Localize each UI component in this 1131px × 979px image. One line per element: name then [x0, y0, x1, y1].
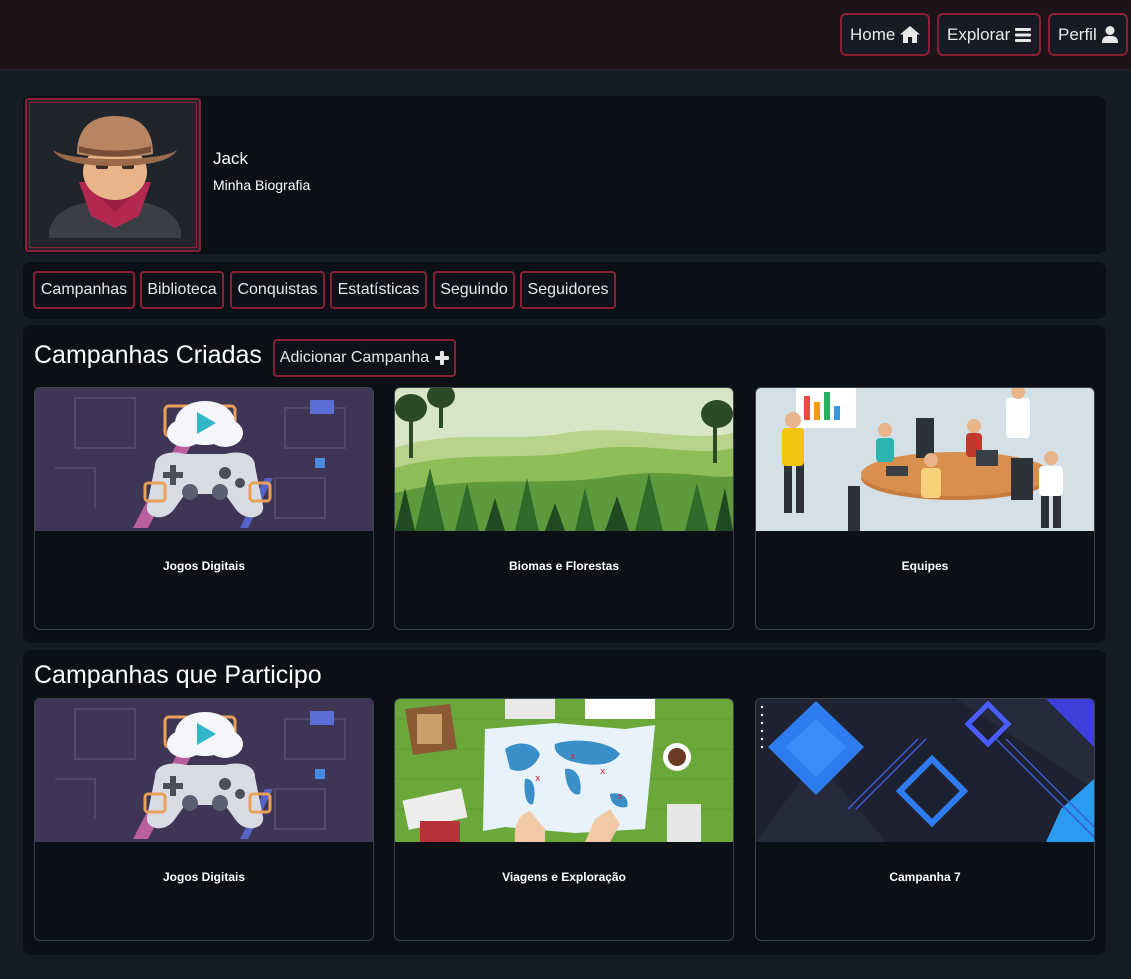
add-campaign-button[interactable]: Adicionar Campanha: [273, 339, 456, 377]
tab-biblioteca[interactable]: Biblioteca: [140, 271, 224, 309]
menu-icon: [1015, 27, 1032, 42]
campaign-title: Biomas e Florestas: [508, 559, 620, 573]
campaign-card[interactable]: x x x x Viagens e Exploração: [394, 698, 734, 941]
campaign-image: [35, 699, 373, 842]
campaign-image: [756, 388, 1094, 531]
profile-button[interactable]: Perfil: [1048, 13, 1128, 56]
campaign-card[interactable]: Equipes: [755, 387, 1095, 630]
svg-text:x: x: [535, 774, 541, 784]
participating-campaigns-section: Campanhas que Participo Jogos Digitais x…: [23, 650, 1106, 955]
blue-geometric-icon: [756, 699, 1094, 842]
tab-seguindo[interactable]: Seguindo: [433, 271, 515, 309]
game-controller-cloud-icon: [35, 699, 373, 842]
profile-tabs: Campanhas Biblioteca Conquistas Estatíst…: [23, 262, 1106, 319]
team-meeting-icon: [756, 388, 1094, 531]
profile-header: Jack Minha Biografia: [23, 96, 1106, 254]
campaign-image: [395, 388, 733, 531]
svg-text:x: x: [617, 792, 623, 802]
home-button[interactable]: Home: [840, 13, 931, 56]
created-campaigns-section: Campanhas Criadas Adicionar Campanha Jog…: [23, 325, 1106, 643]
section-title: Campanhas Criadas: [34, 341, 262, 369]
profile-name: Jack: [213, 149, 248, 168]
tab-seguidores[interactable]: Seguidores: [520, 271, 616, 309]
section-title: Campanhas que Participo: [34, 661, 322, 689]
tab-campanhas[interactable]: Campanhas: [33, 271, 135, 309]
campaign-title: Viagens e Exploração: [502, 870, 626, 884]
campaign-title: Jogos Digitais: [162, 559, 245, 573]
campaign-title: Jogos Digitais: [162, 870, 245, 884]
tab-estatisticas[interactable]: Estatísticas: [330, 271, 427, 309]
user-icon: [1101, 26, 1118, 43]
profile-label: Perfil: [1058, 24, 1097, 44]
explore-button[interactable]: Explorar: [937, 13, 1042, 56]
campaign-image: [756, 699, 1094, 842]
travel-map-icon: x x x x: [395, 699, 733, 842]
campaign-title: Equipes: [901, 559, 949, 573]
campaign-card[interactable]: Jogos Digitais: [34, 387, 374, 630]
top-navbar: Home Explorar Perfil: [0, 0, 1131, 70]
explore-label: Explorar: [947, 24, 1011, 44]
campaign-card[interactable]: Jogos Digitais: [34, 698, 374, 941]
campaign-title: Campanha 7: [889, 870, 961, 884]
campaign-card[interactable]: Biomas e Florestas: [394, 387, 734, 630]
tab-conquistas[interactable]: Conquistas: [230, 271, 325, 309]
home-icon: [900, 26, 921, 43]
campaign-image: x x x x: [395, 699, 733, 842]
svg-text:x: x: [600, 767, 606, 777]
profile-bio: Minha Biografia: [213, 177, 311, 193]
svg-text:x: x: [570, 752, 576, 762]
add-campaign-label: Adicionar Campanha: [279, 349, 430, 366]
game-controller-cloud-icon: [35, 388, 373, 531]
campaign-image: [35, 388, 373, 531]
home-label: Home: [850, 24, 896, 44]
plus-icon: [435, 351, 450, 365]
cowboy-avatar-icon: [49, 116, 181, 238]
campaign-card[interactable]: Campanha 7: [755, 698, 1095, 941]
avatar[interactable]: [25, 98, 201, 252]
forest-landscape-icon: [395, 388, 733, 531]
